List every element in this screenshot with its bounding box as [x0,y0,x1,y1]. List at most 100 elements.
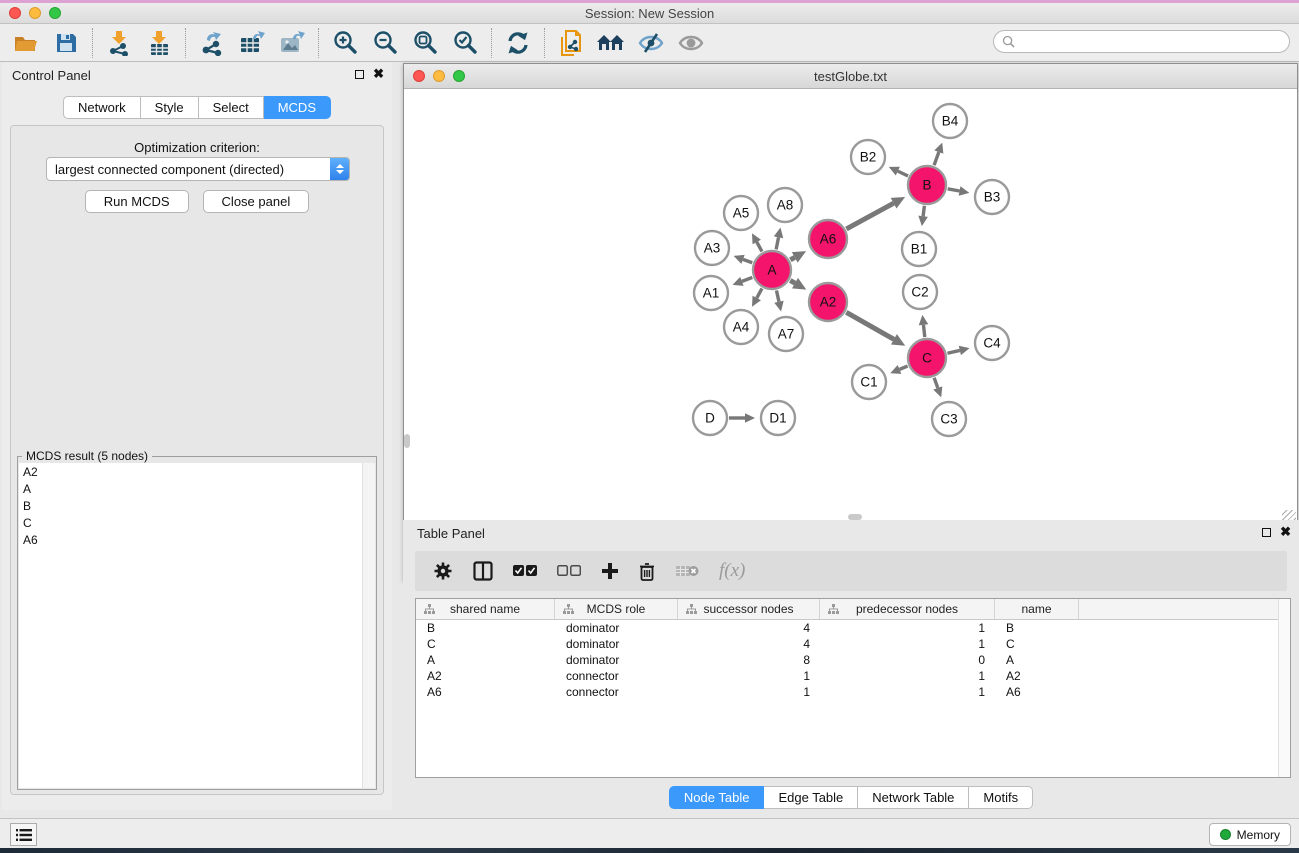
home-layout-button[interactable] [591,27,631,59]
cell-name[interactable]: C [995,637,1079,651]
cell-shared-name[interactable]: C [416,637,555,651]
network-vertical-scrollbar[interactable] [404,434,410,448]
network-window-titlebar[interactable]: testGlobe.txt [404,64,1297,89]
graph-edge-A-A5[interactable] [757,242,762,252]
cell-predecessor-nodes[interactable]: 0 [820,653,995,667]
column-header-shared-name[interactable]: shared name [416,599,555,619]
cell-predecessor-nodes[interactable]: 1 [820,685,995,699]
cell-predecessor-nodes[interactable]: 1 [820,637,995,651]
export-table-button[interactable] [232,27,272,59]
graph-edge-A-A4[interactable] [757,288,762,298]
graph-edge-C-C2[interactable] [923,325,924,337]
table-row[interactable]: Adominator80A [416,652,1290,668]
mcds-result-item[interactable]: A2 [19,463,375,480]
memory-button[interactable]: Memory [1209,823,1291,846]
mcds-result-item[interactable]: B [19,497,375,514]
deselect-all-button[interactable] [557,564,581,578]
table-float-panel-icon[interactable] [1262,528,1271,537]
mcds-result-item[interactable]: A [19,480,375,497]
result-list-scrollbar[interactable] [362,463,375,788]
mcds-result-item[interactable]: A6 [19,531,375,548]
cell-mcds-role[interactable]: connector [555,685,678,699]
graph-edge-A2-C[interactable] [846,312,894,339]
graph-edge-A-A2[interactable] [790,280,795,283]
graph-edge-C-C4[interactable] [947,350,959,353]
new-network-from-selection-button[interactable] [551,27,591,59]
graph-edge-B-B4[interactable] [934,152,939,165]
network-graph[interactable]: B4B2BB3A8A5A6A3B1AA1C2A2A4A7C4CC1C3DD1 [404,89,1297,514]
tab-mcds[interactable]: MCDS [264,96,331,119]
graph-edge-B-B3[interactable] [948,189,960,191]
table-row[interactable]: Cdominator41C [416,636,1290,652]
tab-motifs[interactable]: Motifs [969,786,1033,809]
tab-network[interactable]: Network [63,96,141,119]
show-all-button[interactable] [671,27,711,59]
mcds-result-list[interactable]: A2ABCA6 [19,463,375,788]
graph-edge-A-A1[interactable] [742,277,752,281]
graph-edge-A6-B[interactable] [846,203,893,229]
open-file-button[interactable] [6,27,46,59]
cell-name[interactable]: B [995,621,1079,635]
table-row[interactable]: Bdominator41B [416,620,1290,636]
network-canvas[interactable]: B4B2BB3A8A5A6A3B1AA1C2A2A4A7C4CC1C3DD1 [404,89,1297,514]
cell-successor-nodes[interactable]: 4 [678,637,820,651]
graph-edge-B-B2[interactable] [898,171,908,176]
graph-edge-A-A7[interactable] [776,291,778,302]
hide-selected-button[interactable] [631,27,671,59]
graph-edge-A-A8[interactable] [776,237,778,249]
import-network-button[interactable] [99,27,139,59]
table-close-panel-icon[interactable]: ✖ [1280,524,1291,540]
search-box[interactable] [993,30,1290,53]
column-header-mcds-role[interactable]: MCDS role [555,599,678,619]
cell-name[interactable]: A6 [995,685,1079,699]
table-row[interactable]: A6connector11A6 [416,684,1290,700]
cell-successor-nodes[interactable]: 8 [678,653,820,667]
table-row[interactable]: A2connector11A2 [416,668,1290,684]
cell-successor-nodes[interactable]: 1 [678,685,820,699]
task-history-button[interactable] [10,823,37,846]
table-vertical-scrollbar[interactable] [1278,599,1290,777]
run-mcds-button[interactable]: Run MCDS [85,190,189,213]
cell-successor-nodes[interactable]: 1 [678,669,820,683]
close-panel-button[interactable]: Close panel [203,190,310,213]
cell-mcds-role[interactable]: dominator [555,621,678,635]
tab-edge-table[interactable]: Edge Table [764,786,858,809]
export-network-button[interactable] [192,27,232,59]
export-image-button[interactable] [272,27,312,59]
float-panel-icon[interactable] [355,70,364,79]
column-header-predecessor-nodes[interactable]: predecessor nodes [820,599,995,619]
column-header-successor-nodes[interactable]: successor nodes [678,599,820,619]
mcds-result-item[interactable]: C [19,514,375,531]
cell-predecessor-nodes[interactable]: 1 [820,621,995,635]
tab-network-table[interactable]: Network Table [858,786,969,809]
graph-edge-A-A6[interactable] [790,257,794,259]
select-all-check-button[interactable] [513,564,537,578]
tab-select[interactable]: Select [199,96,264,119]
graph-edge-C-C1[interactable] [899,366,907,369]
search-input[interactable] [1015,35,1289,49]
cell-name[interactable]: A2 [995,669,1079,683]
cell-mcds-role[interactable]: connector [555,669,678,683]
save-session-button[interactable] [46,27,86,59]
cell-shared-name[interactable]: A6 [416,685,555,699]
cell-mcds-role[interactable]: dominator [555,653,678,667]
table-settings-button[interactable] [433,561,453,581]
cell-shared-name[interactable]: A [416,653,555,667]
node-table[interactable]: shared name MCDS role successor nodes pr… [415,598,1291,778]
show-columns-button[interactable] [473,561,493,581]
optimization-criterion-dropdown[interactable]: largest connected component (directed) [46,157,350,181]
zoom-out-button[interactable] [365,27,405,59]
close-panel-icon[interactable]: ✖ [373,66,384,82]
cell-shared-name[interactable]: A2 [416,669,555,683]
column-header-name[interactable]: name [995,599,1079,619]
tab-node-table[interactable]: Node Table [669,786,765,809]
create-column-button[interactable] [601,562,619,580]
graph-edge-A-A3[interactable] [743,259,752,262]
import-table-button[interactable] [139,27,179,59]
cell-mcds-role[interactable]: dominator [555,637,678,651]
cell-shared-name[interactable]: B [416,621,555,635]
cell-successor-nodes[interactable]: 4 [678,621,820,635]
zoom-fit-button[interactable] [405,27,445,59]
tab-style[interactable]: Style [141,96,199,119]
graph-edge-C-C3[interactable] [934,378,938,388]
